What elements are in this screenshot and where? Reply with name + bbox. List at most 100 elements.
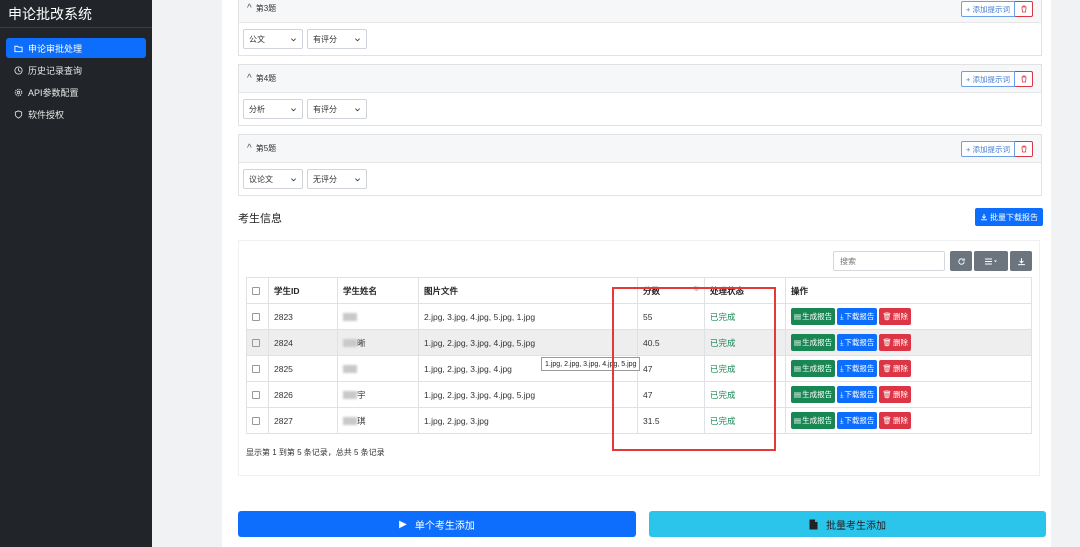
download-icon: ⤓ bbox=[840, 337, 844, 347]
table-row[interactable]: 2824 晰 1.jpg, 2.jpg, 3.jpg, 4.jpg, 5.jpg 40… bbox=[246, 329, 1032, 356]
report-icon: ▤ bbox=[794, 337, 802, 347]
download-report-button[interactable]: ⤓ 下载报告 bbox=[837, 334, 878, 352]
batch-student-add-button[interactable]: 批量考生添加 bbox=[649, 511, 1046, 537]
chevron-down-icon bbox=[355, 107, 360, 111]
sidebar-item-api-config[interactable]: API参数配置 bbox=[6, 82, 146, 102]
chevron-down-icon bbox=[291, 37, 296, 41]
scoring-select[interactable]: 有评分 bbox=[307, 99, 367, 119]
image-files: 1.jpg, 2.jpg, 3.jpg, 4.jpg, 5.jpg bbox=[418, 381, 638, 408]
sidebar-item-history[interactable]: 历史记录查询 bbox=[6, 60, 146, 80]
file-tooltip: 1.jpg, 2.jpg, 3.jpg, 4.jpg, 5.jpg bbox=[541, 357, 641, 371]
file-icon bbox=[809, 519, 818, 529]
score: 47 bbox=[637, 381, 705, 408]
question-header: ^ 第5题 + 添加提示词 bbox=[239, 135, 1041, 163]
table-toolbar bbox=[950, 251, 1032, 271]
column-header-id[interactable]: 学生ID bbox=[268, 277, 338, 304]
column-header-status[interactable]: 处理状态 bbox=[704, 277, 786, 304]
row-select-cell[interactable] bbox=[246, 381, 269, 408]
delete-row-button[interactable]: 🗑 删除 bbox=[879, 333, 911, 351]
refresh-button[interactable] bbox=[950, 251, 972, 271]
chevron-up-icon[interactable]: ^ bbox=[247, 143, 252, 154]
question-type-select[interactable]: 分析 bbox=[243, 99, 303, 119]
row-actions: ▤ 生成报告 ⤓ 下载报告 🗑 删除 bbox=[785, 381, 1032, 408]
chevron-down-icon bbox=[291, 107, 296, 111]
row-checkbox[interactable] bbox=[252, 391, 260, 400]
clock-icon bbox=[14, 65, 23, 75]
question-title: 第3题 bbox=[255, 4, 277, 13]
score: 55 bbox=[637, 303, 705, 330]
download-report-button[interactable]: ⤓ 下载报告 bbox=[837, 412, 878, 430]
student-id: 2827 bbox=[268, 407, 338, 434]
column-header-name[interactable]: 学生姓名 bbox=[337, 277, 419, 304]
folder-icon bbox=[14, 45, 23, 52]
question-type-select[interactable]: 议论文 bbox=[243, 169, 303, 189]
status-badge: 已完成 bbox=[704, 303, 786, 330]
columns-dropdown-button[interactable] bbox=[974, 251, 1008, 271]
chevron-down-icon bbox=[355, 177, 360, 181]
row-select-cell[interactable] bbox=[246, 303, 269, 330]
row-select-cell[interactable] bbox=[246, 329, 269, 356]
export-button[interactable] bbox=[1010, 251, 1032, 271]
student-name: 晰 bbox=[337, 329, 419, 356]
trash-icon: 🗑 bbox=[882, 415, 892, 425]
question-type-select[interactable]: 公文 bbox=[243, 29, 303, 49]
column-header-files[interactable]: 图片文件 bbox=[418, 277, 638, 304]
chevron-down-icon bbox=[355, 37, 360, 41]
table-row[interactable]: 2826 宇 1.jpg, 2.jpg, 3.jpg, 4.jpg, 5.jpg 47… bbox=[246, 381, 1032, 408]
search-input[interactable]: 搜索 bbox=[833, 251, 945, 271]
delete-question-button[interactable] bbox=[1015, 71, 1033, 87]
gear-icon bbox=[14, 88, 23, 96]
generate-report-button[interactable]: ▤ 生成报告 bbox=[791, 307, 836, 325]
scoring-select[interactable]: 无评分 bbox=[307, 169, 367, 189]
download-report-button[interactable]: ⤓ 下载报告 bbox=[837, 308, 878, 326]
trash-icon: 🗑 bbox=[882, 389, 892, 399]
score: 31.5 bbox=[637, 407, 705, 434]
status-badge: 已完成 bbox=[704, 329, 786, 356]
delete-question-button[interactable] bbox=[1015, 141, 1033, 157]
generate-report-button[interactable]: ▤ 生成报告 bbox=[791, 359, 836, 377]
delete-row-button[interactable]: 🗑 删除 bbox=[879, 411, 911, 429]
chevron-up-icon[interactable]: ^ bbox=[247, 73, 252, 84]
batch-download-button[interactable]: 批量下载报告 bbox=[975, 208, 1043, 226]
row-checkbox[interactable] bbox=[252, 365, 260, 374]
scoring-select[interactable]: 有评分 bbox=[307, 29, 367, 49]
row-actions: ▤ 生成报告 ⤓ 下载报告 🗑 删除 bbox=[785, 329, 1032, 356]
row-select-cell[interactable] bbox=[246, 407, 269, 434]
single-student-add-button[interactable]: ▶ 单个考生添加 bbox=[238, 511, 636, 537]
redacted-name bbox=[343, 365, 357, 374]
question-card-3: ^ 第3题 + 添加提示词 公文 有评分 bbox=[238, 0, 1042, 56]
add-prompt-button[interactable]: + 添加提示词 bbox=[961, 71, 1015, 87]
download-report-button[interactable]: ⤓ 下载报告 bbox=[837, 386, 878, 404]
delete-question-button[interactable] bbox=[1015, 1, 1033, 17]
row-select-cell[interactable] bbox=[246, 355, 269, 382]
column-header-actions: 操作 bbox=[785, 277, 1032, 304]
delete-row-button[interactable]: 🗑 删除 bbox=[879, 307, 911, 325]
delete-row-button[interactable]: 🗑 删除 bbox=[879, 385, 911, 403]
row-checkbox[interactable] bbox=[252, 339, 260, 348]
redacted-name bbox=[343, 339, 357, 348]
download-icon: ⤓ bbox=[840, 415, 844, 425]
sidebar-item-essay-processing[interactable]: 申论审批处理 bbox=[6, 38, 146, 58]
question-header: ^ 第3题 + 添加提示词 bbox=[239, 0, 1041, 23]
report-icon: ▤ bbox=[794, 363, 802, 373]
download-report-button[interactable]: ⤓ 下载报告 bbox=[837, 360, 878, 378]
row-checkbox[interactable] bbox=[252, 313, 260, 322]
generate-report-button[interactable]: ▤ 生成报告 bbox=[791, 411, 836, 429]
delete-row-button[interactable]: 🗑 删除 bbox=[879, 359, 911, 377]
chevron-up-icon[interactable]: ^ bbox=[247, 3, 252, 14]
column-header-score[interactable]: 分数 ⇅ bbox=[637, 277, 705, 304]
select-all-checkbox[interactable] bbox=[252, 287, 260, 296]
question-card-5: ^ 第5题 + 添加提示词 议论文 无评分 bbox=[238, 134, 1042, 196]
row-checkbox[interactable] bbox=[252, 417, 260, 426]
table-row[interactable]: 2823 2.jpg, 3.jpg, 4.jpg, 5.jpg, 1.jpg 55 已… bbox=[246, 303, 1032, 330]
sidebar-item-license[interactable]: 软件授权 bbox=[6, 104, 146, 124]
add-prompt-button[interactable]: + 添加提示词 bbox=[961, 1, 1015, 17]
generate-report-button[interactable]: ▤ 生成报告 bbox=[791, 385, 836, 403]
select-all-cell[interactable] bbox=[246, 277, 269, 304]
generate-report-button[interactable]: ▤ 生成报告 bbox=[791, 333, 836, 351]
report-icon: ▤ bbox=[794, 415, 802, 425]
image-files: 1.jpg, 2.jpg, 3.jpg, 4.jpg, 5.jpg bbox=[418, 329, 638, 356]
table-row[interactable]: 2827 琪 1.jpg, 2.jpg, 3.jpg 31.5 已完成 ▤ 生成报告 ⤓ 下载报… bbox=[246, 407, 1032, 434]
student-id: 2823 bbox=[268, 303, 338, 330]
add-prompt-button[interactable]: + 添加提示词 bbox=[961, 141, 1015, 157]
